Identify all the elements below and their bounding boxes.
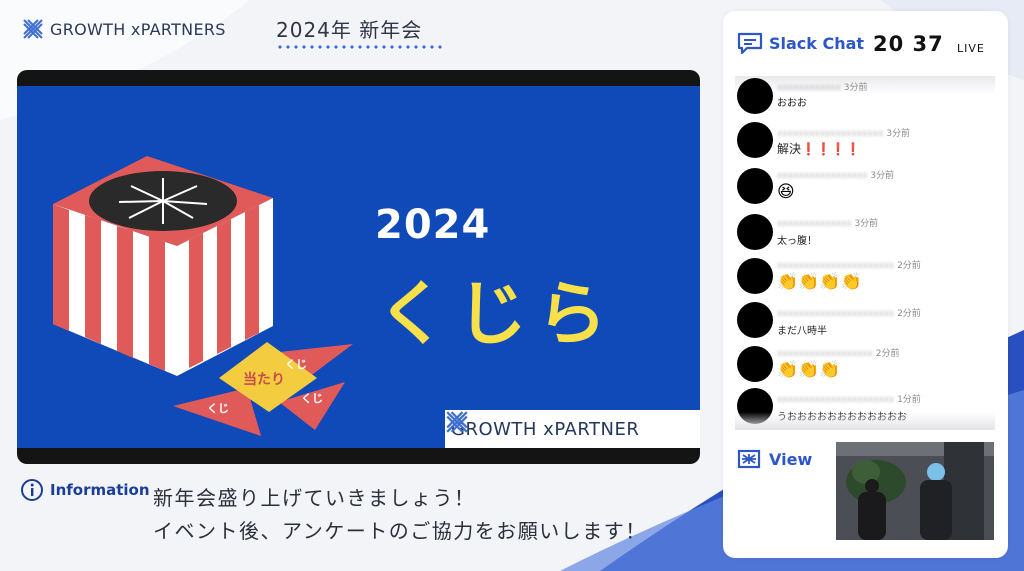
slide-brand-name: GROWTH xPARTNER [451,418,640,440]
chat-fade-bottom [735,412,995,430]
slack-chat-title: Slack Chat [769,33,865,53]
avatar [737,346,773,382]
brand-mark-icon [23,19,43,39]
brand-mark-icon [446,411,468,433]
message-emoji: 👏👏👏 [777,360,841,380]
presentation-slide: 当たり くじ くじ くじ 2024 くじら GROWTH xPARTNER [17,86,700,448]
event-title: 2024年 新年会 [276,18,423,42]
message-emoji: 👏👏👏👏 [777,272,862,292]
message-text: おおお [777,98,807,109]
video-frame [836,442,994,540]
view-header: View [737,448,812,470]
slide-title: くじら [377,273,617,355]
chat-icon [737,32,763,55]
message-text: 太っ腹！ [777,236,817,247]
information-line-2: イベント後、アンケートのご協力をお願いします！ [153,519,647,543]
camera-icon [737,449,761,469]
message-time: 2分前 [897,261,921,271]
avatar [737,122,773,158]
hit-ticket-label: 当たり [243,371,285,388]
message-time: 3分前 [854,219,879,229]
live-badge: LIVE [957,42,985,55]
slide-brand-logo: GROWTH xPARTNER [445,410,700,448]
avatar [737,258,773,294]
message-time: 2分前 [897,309,921,319]
presentation-frame: 当たり くじ くじ くじ 2024 くじら GROWTH xPARTNER [17,70,700,464]
title-underline [276,44,444,50]
message-time: 3分前 [870,171,895,181]
avatar [737,78,773,114]
avatar [737,168,773,204]
message-time: 3分前 [886,129,911,139]
message-text: 解決❗❗❗❗ [777,142,861,156]
message-emoji: 😆 [777,182,795,202]
brand-logo: GROWTH xPARTNERS [22,18,226,40]
chat-feed[interactable]: xxxxxxxxxxxx 3分前 おおお xxxxxxxxxxxxxxxxxxx… [735,76,995,430]
slack-chat-header: Slack Chat [737,31,864,55]
view-title: View [769,449,813,469]
brand-name: GROWTH xPARTNERS [50,19,226,39]
information-header: Information [20,478,150,502]
info-icon [21,479,43,501]
message-text: まだ八時半 [777,326,827,337]
information-label: Information [50,481,150,499]
information-message: 新年会盛り上げていきましょう！ イベント後、アンケートのご協力をお願いします！ [153,482,647,548]
message-time: 3分前 [843,83,868,93]
ticket-label-1: くじ [285,358,307,371]
stream-time: 20 37 [873,32,944,56]
avatar [737,302,773,338]
ticket-label-2: くじ [207,402,229,415]
slide-year: 2024 [375,202,491,248]
side-panel: Slack Chat 20 37 LIVE xxxxxxxxxxxx 3分前 お… [723,11,1008,558]
live-video-preview[interactable] [836,442,994,540]
information-line-1: 新年会盛り上げていきましょう！ [153,486,476,510]
message-time: 2分前 [875,349,900,359]
ticket-label-3: くじ [301,392,323,405]
avatar [737,214,773,250]
message-time: 1分前 [897,395,921,405]
